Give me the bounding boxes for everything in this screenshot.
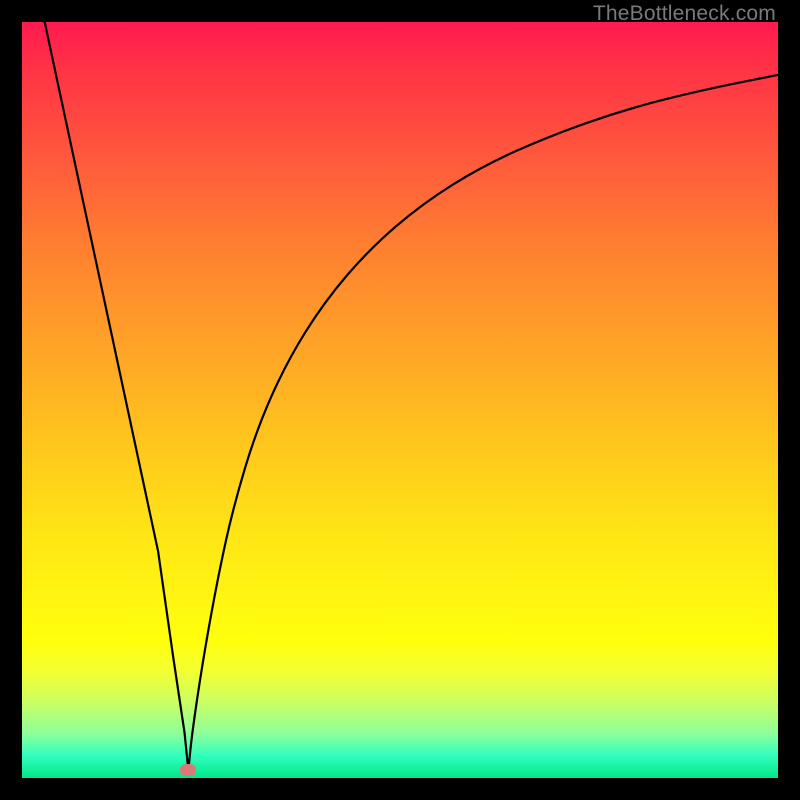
bottleneck-minimum-marker xyxy=(180,764,196,776)
chart-svg xyxy=(22,22,778,778)
bottleneck-curve xyxy=(45,22,778,770)
